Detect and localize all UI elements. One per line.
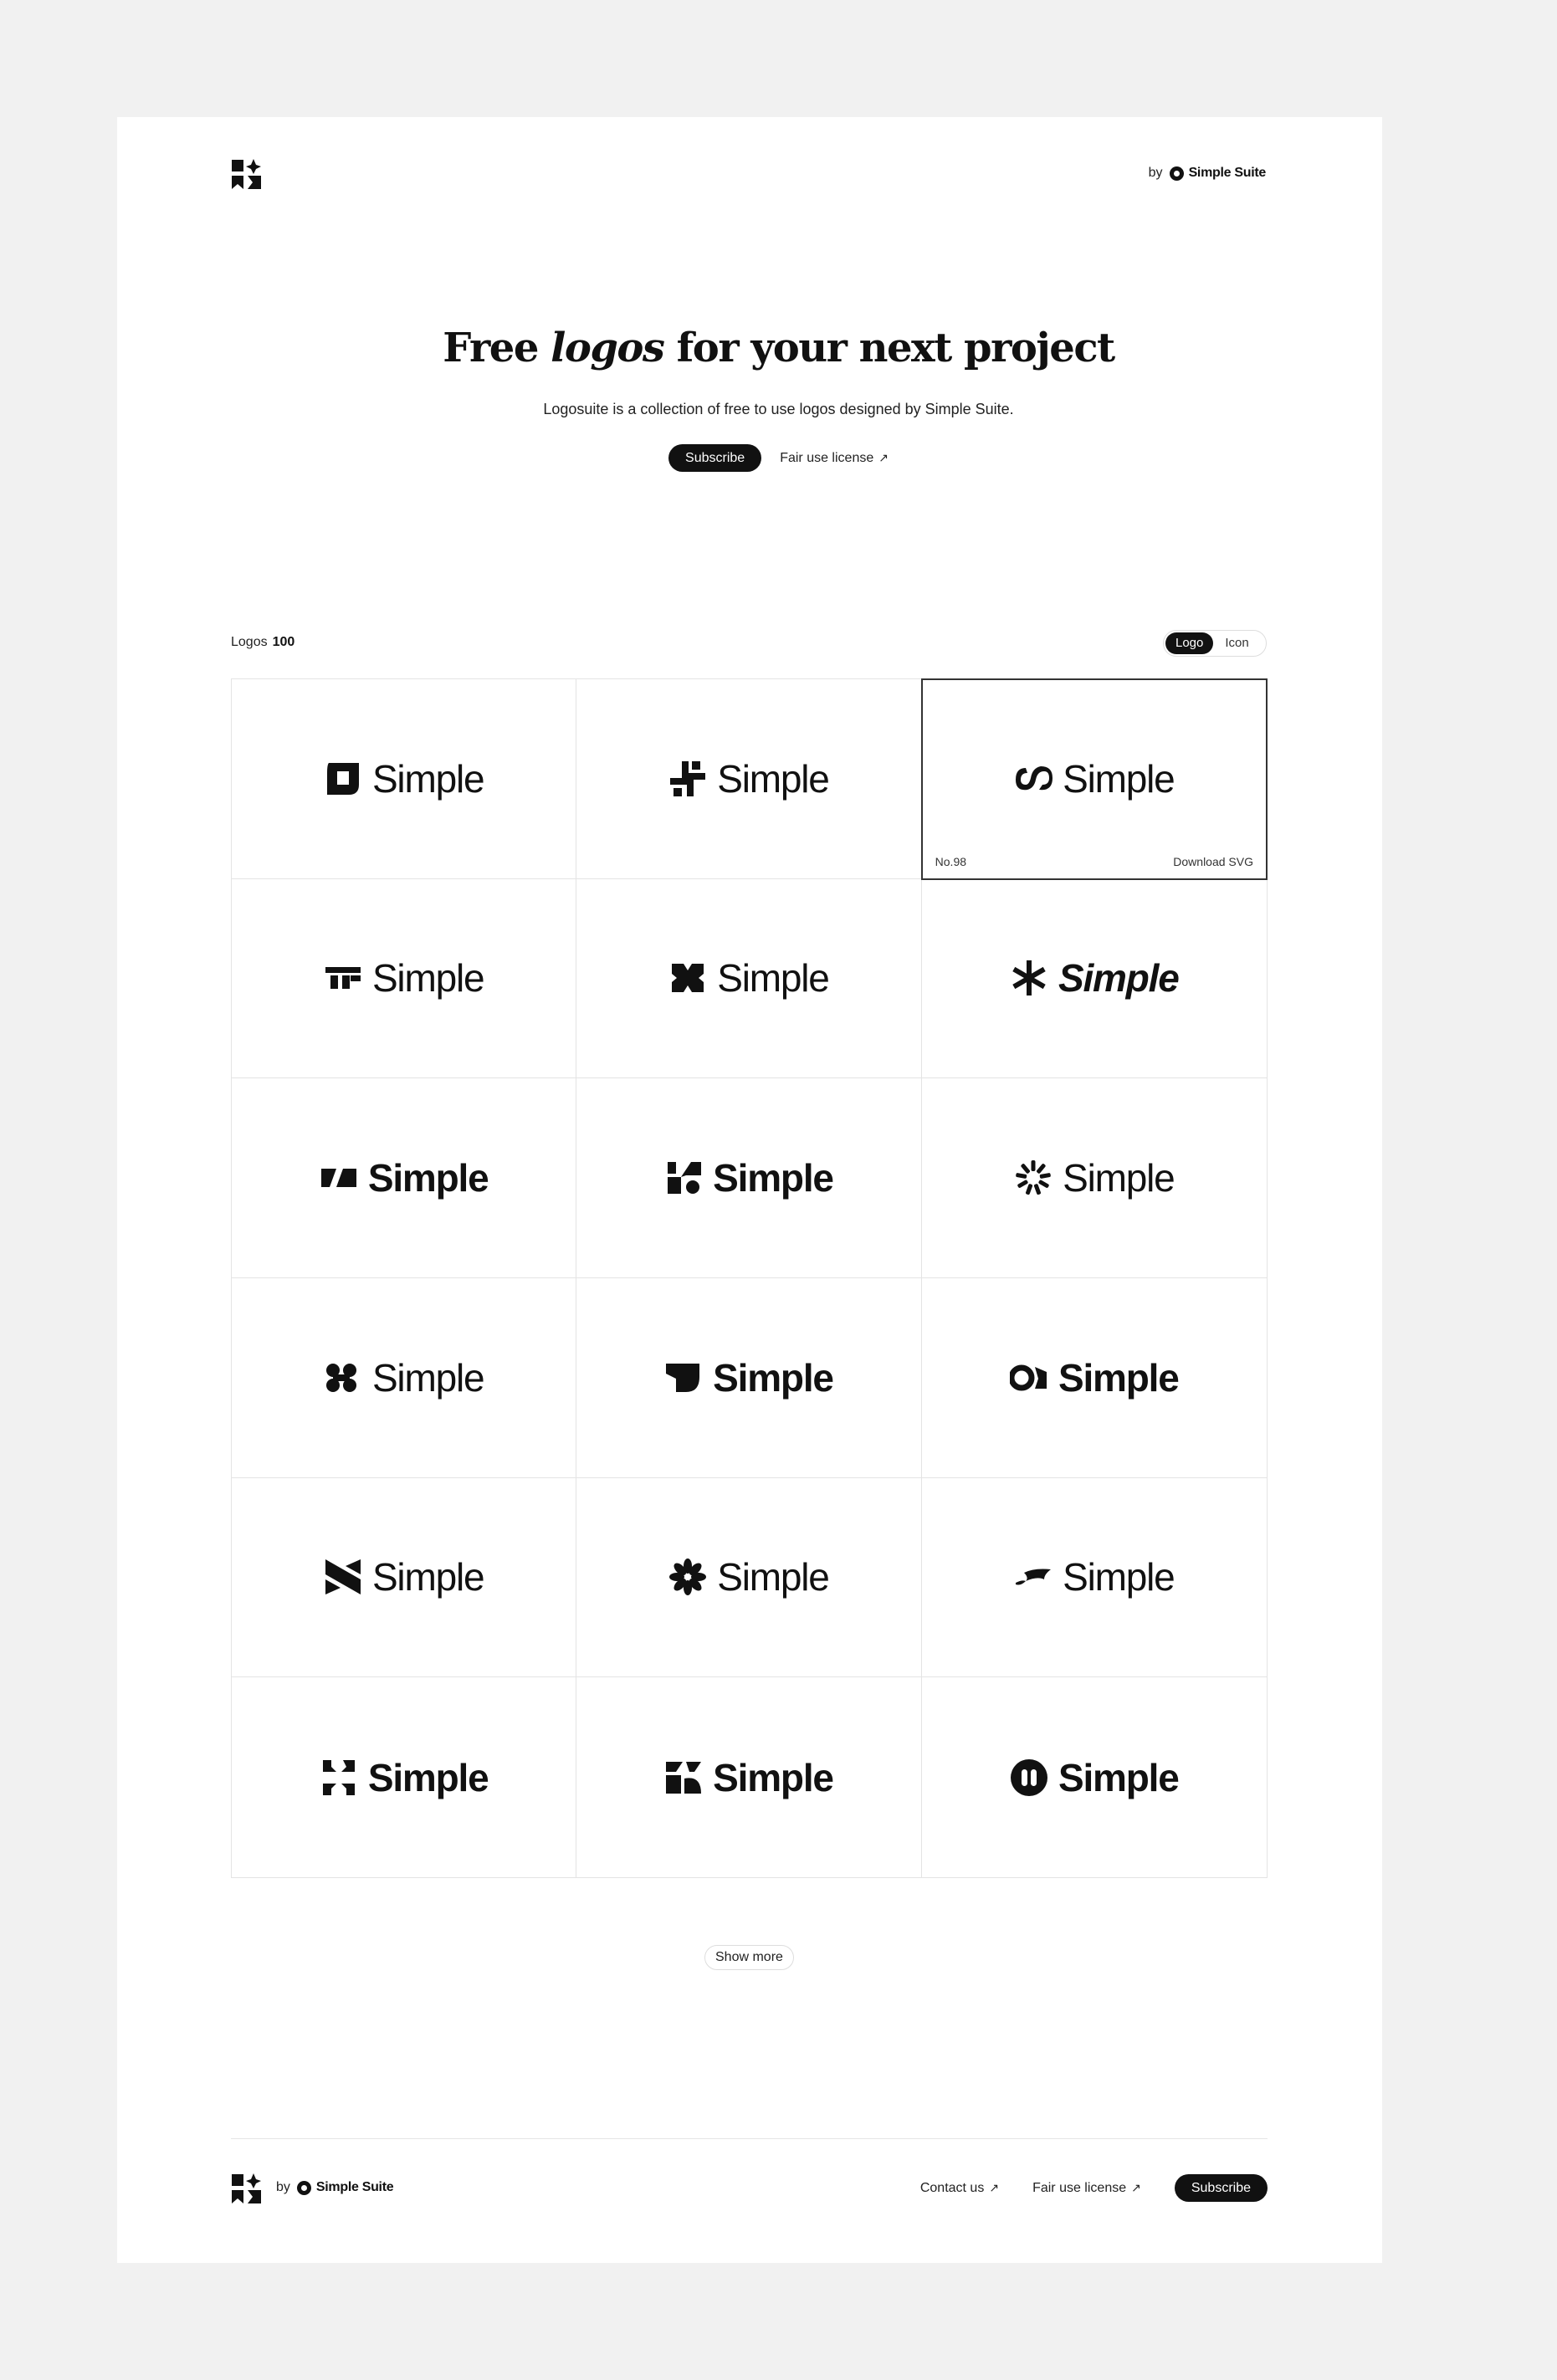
- logo-card[interactable]: Simple: [576, 1677, 922, 1877]
- logo-number: No.98: [935, 854, 967, 868]
- logo-wordmark: Simple: [367, 1156, 489, 1200]
- logo-card[interactable]: Simple: [921, 1478, 1267, 1678]
- hero-actions: Subscribe Fair use license ↗: [0, 444, 1557, 472]
- logo-wordmark: Simple: [1058, 1355, 1180, 1400]
- petal-burst-icon: [669, 1559, 707, 1596]
- asterisk-icon: [1012, 960, 1046, 996]
- hero-title-emphasis: logos: [551, 325, 665, 371]
- logo-wordmark: Simple: [371, 956, 485, 1001]
- logo-card[interactable]: Simple: [576, 878, 922, 1079]
- logo-wordmark: Simple: [717, 756, 830, 801]
- by-simple-suite-top[interactable]: by Simple Suite: [1149, 166, 1266, 181]
- toggle-icon[interactable]: Icon: [1215, 632, 1258, 654]
- logo-card[interactable]: Simple: [576, 679, 922, 879]
- logo-wordmark: Simple: [713, 1355, 834, 1400]
- logosuite-footer-icon[interactable]: [231, 2173, 261, 2203]
- cup-shape-icon: [666, 1363, 700, 1392]
- simple-suite-name: Simple Suite: [315, 2180, 394, 2194]
- subscribe-button[interactable]: Subscribe: [668, 444, 762, 472]
- download-svg-link[interactable]: Download SVG: [1173, 855, 1253, 868]
- simple-suite-name: Simple Suite: [1188, 166, 1267, 180]
- logos-label: Logos: [231, 635, 268, 649]
- toggle-logo[interactable]: Logo: [1165, 632, 1214, 654]
- logo-card[interactable]: Simple: [921, 879, 1267, 1079]
- t-blocks-icon: [325, 967, 361, 990]
- contact-us-label: Contact us: [919, 2180, 985, 2195]
- logo-card[interactable]: Simple: [232, 1078, 577, 1278]
- corner-brackets-icon: [322, 1759, 355, 1795]
- logo-wordmark: Simple: [371, 1355, 485, 1400]
- by-label: by: [1148, 166, 1163, 180]
- infinity-loop-icon: [1016, 765, 1053, 791]
- logo-card[interactable]: Simple: [576, 1078, 922, 1278]
- footer-divider: [231, 2138, 1268, 2139]
- four-circles-icon: [325, 1363, 356, 1392]
- external-arrow-icon: ↗: [878, 451, 889, 464]
- simple-suite-logo[interactable]: Simple Suite: [1169, 166, 1267, 181]
- logo-card[interactable]: Simple: [232, 1278, 577, 1478]
- logo-wordmark: Simple: [713, 1755, 834, 1799]
- logo-wordmark: Simple: [717, 1555, 830, 1599]
- hero-title-end: for your next project: [663, 325, 1116, 371]
- logo-card[interactable]: Simple: [232, 1477, 577, 1678]
- footer-subscribe-button[interactable]: Subscribe: [1174, 2174, 1268, 2202]
- logo-card-hovered[interactable]: Simple No.98 Download SVG: [920, 678, 1268, 880]
- footer-license-link[interactable]: Fair use license ↗: [1032, 2181, 1141, 2196]
- logos-count: Logos 100: [231, 635, 294, 650]
- simple-suite-icon: [1169, 166, 1184, 181]
- hero-subtitle: Logosuite is a collection of free to use…: [543, 401, 1014, 417]
- logosuite-brand-icon[interactable]: [231, 159, 261, 189]
- logo-card[interactable]: Simple: [922, 1677, 1267, 1877]
- fair-use-license-link[interactable]: Fair use license ↗: [780, 451, 889, 466]
- simple-suite-icon: [296, 2180, 311, 2195]
- bowtie-n-icon: [325, 1559, 361, 1595]
- wing-swoosh-icon: [1016, 1569, 1052, 1585]
- show-more-button[interactable]: Show more: [704, 1945, 794, 1970]
- external-arrow-icon: ↗: [989, 2181, 1000, 2194]
- logo-wordmark: Simple: [371, 756, 485, 801]
- logo-wordmark: Simple: [1063, 756, 1175, 801]
- logo-card[interactable]: Simple: [576, 1278, 922, 1478]
- footer-license-label: Fair use license: [1032, 2180, 1127, 2195]
- shapes-cluster-icon: [668, 1162, 702, 1195]
- logo-wordmark: Simple: [371, 1555, 485, 1599]
- logo-card[interactable]: Simple: [921, 1278, 1267, 1478]
- logo-wordmark: Simple: [713, 1156, 834, 1200]
- logo-card[interactable]: Simple: [232, 679, 577, 879]
- circle-bars-icon: [1011, 1758, 1047, 1796]
- external-arrow-icon: ↗: [1131, 2181, 1141, 2194]
- logo-card[interactable]: Simple: [921, 1078, 1267, 1278]
- logo-wordmark: Simple: [1063, 1156, 1175, 1200]
- logo-wordmark: Simple: [1058, 1755, 1180, 1799]
- view-toggle: Logo Icon: [1163, 630, 1267, 657]
- ring-and-wedge-icon: [1010, 1364, 1047, 1391]
- contact-us-link[interactable]: Contact us ↗: [920, 2181, 999, 2196]
- logo-wordmark: Simple: [1063, 1555, 1175, 1599]
- pinwheel-block-icon: [666, 1761, 702, 1794]
- cross-grid-icon: [670, 760, 706, 796]
- hero-title: Free logos for your next project: [0, 325, 1557, 371]
- by-label: by: [276, 2180, 290, 2194]
- logo-card[interactable]: Simple: [232, 878, 577, 1079]
- x-block-icon: [672, 964, 704, 993]
- logo-card-meta: No.98 Download SVG: [935, 855, 1253, 868]
- logo-wordmark: Simple: [717, 956, 830, 1001]
- slanted-blocks-icon: [320, 1169, 356, 1188]
- logo-wordmark: Simple: [367, 1755, 489, 1799]
- logo-grid: Simple Simple Simple No.98 Download SVG …: [231, 678, 1268, 1878]
- sunburst-icon: [1016, 1160, 1051, 1195]
- logo-wordmark: Simple: [1058, 956, 1180, 1001]
- simple-suite-logo[interactable]: Simple Suite: [296, 2180, 394, 2195]
- logo-card[interactable]: Simple: [576, 1477, 922, 1678]
- by-simple-suite-footer[interactable]: by Simple Suite: [276, 2180, 394, 2195]
- logo-card[interactable]: Simple: [232, 1677, 577, 1877]
- hero-title-start: Free: [443, 325, 551, 371]
- logos-count-value: 100: [272, 635, 295, 649]
- footer-links: Contact us ↗ Fair use license ↗ Subscrib…: [920, 2174, 1268, 2202]
- fair-use-license-label: Fair use license: [780, 450, 874, 465]
- rounded-square-icon: [326, 762, 359, 795]
